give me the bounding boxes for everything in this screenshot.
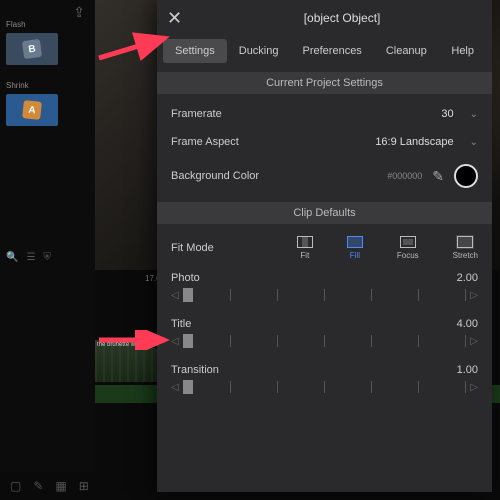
search-icon[interactable]: 🔍 [6,252,18,263]
slider-increase-icon[interactable]: ▷ [470,382,478,393]
transition-thumb-shrink[interactable]: A [6,94,58,126]
chevron-down-icon: ⌄ [470,109,478,120]
bgcolor-hex: #000000 [387,171,422,181]
export-icon[interactable]: ⇪ [73,4,85,21]
fitmode-stretch[interactable]: Stretch [453,236,478,260]
tab-help[interactable]: Help [439,39,486,63]
transition-slider[interactable]: ◁ ▷ [171,380,478,394]
chevron-down-icon: ⌄ [470,137,478,148]
tool-icon[interactable]: ⊞ [79,479,89,493]
clip[interactable]: the brunette w 8.96 [95,340,165,382]
transition-label: Transition [171,364,219,376]
title-slider[interactable]: ◁ ▷ [171,334,478,348]
bgcolor-label: Background Color [171,170,259,182]
tab-cleanup[interactable]: Cleanup [374,39,439,63]
shield-icon[interactable]: ⛨ [43,252,51,263]
slider-increase-icon[interactable]: ▷ [470,290,478,301]
panel-label-shrink: Shrink [6,81,89,90]
section-header: Current Project Settings [157,72,492,94]
tab-settings[interactable]: Settings [163,39,227,63]
framerate-label: Framerate [171,108,222,120]
filter-icon[interactable]: ☰ [26,252,35,263]
photo-slider[interactable]: ◁ ▷ [171,288,478,302]
section-header: Clip Defaults [157,202,492,224]
framerate-row[interactable]: Framerate 30 ⌄ [157,100,492,128]
tab-preferences[interactable]: Preferences [291,39,374,63]
title-label: Title [171,318,191,330]
transition-duration: Transition 1.00 ◁ ▷ [157,358,492,404]
title-value: 4.00 [457,318,478,330]
fitmode-fill[interactable]: Fill [347,236,363,260]
timeline-toolbar: 🔍 ☰ ⛨ [0,244,95,270]
aspect-value: 16:9 Landscape [375,136,453,148]
modal-header: ✕ [object Object] [157,0,492,36]
slider-decrease-icon[interactable]: ◁ [171,382,179,393]
fitmode-label: Fit Mode [171,242,214,254]
transition-value: 1.00 [457,364,478,376]
tab-bar: Settings Ducking Preferences Cleanup Hel… [157,36,492,66]
tool-icon[interactable]: ✎ [33,479,43,493]
tab-ducking[interactable]: Ducking [227,39,291,63]
fitmode-focus[interactable]: Focus [397,236,419,260]
slider-decrease-icon[interactable]: ◁ [171,336,179,347]
tool-icon[interactable]: ▢ [10,479,21,493]
photo-label: Photo [171,272,200,284]
eyedropper-icon[interactable]: ✎ [432,168,444,185]
photo-value: 2.00 [457,272,478,284]
bgcolor-row: Background Color #000000 ✎ [157,156,492,196]
title-duration: Title 4.00 ◁ ▷ [157,312,492,358]
fitmode-fit[interactable]: Fit [297,236,313,260]
slider-increase-icon[interactable]: ▷ [470,336,478,347]
panel-label-flash: Flash [6,20,89,29]
modal-title: [object Object] [202,11,482,25]
color-swatch[interactable] [454,164,478,188]
aspect-label: Frame Aspect [171,136,239,148]
tool-icon[interactable]: ▦ [55,479,66,493]
photo-duration: Photo 2.00 ◁ ▷ [157,266,492,312]
close-icon[interactable]: ✕ [167,8,182,29]
settings-modal: ✕ [object Object] Settings Ducking Prefe… [157,0,492,492]
fitmode-row: Fit Mode Fit Fill Focus Stretch [157,230,492,266]
framerate-value: 30 [441,108,453,120]
clip-label: the brunette w [97,342,135,348]
slider-decrease-icon[interactable]: ◁ [171,290,179,301]
aspect-row[interactable]: Frame Aspect 16:9 Landscape ⌄ [157,128,492,156]
transition-thumb-flash[interactable]: B [6,33,58,65]
